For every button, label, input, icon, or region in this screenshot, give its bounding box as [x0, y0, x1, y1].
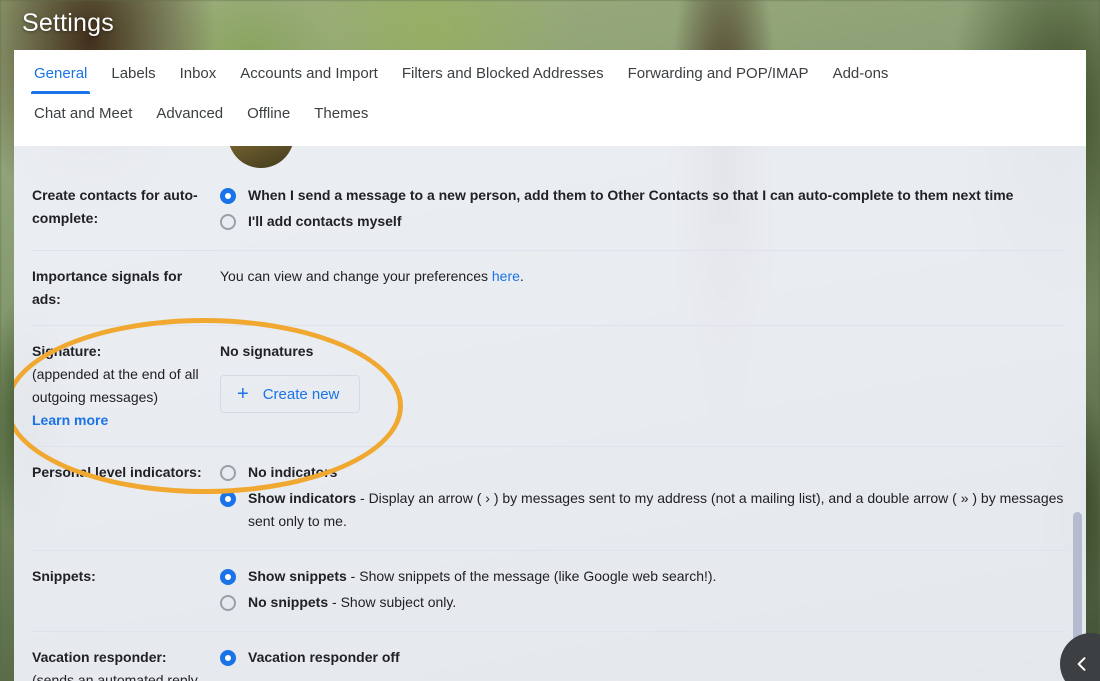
setting-label-vacation-responder: Vacation responder: (sends an automated …	[32, 646, 220, 681]
setting-label-create-contacts: Create contacts for auto-complete:	[32, 187, 198, 226]
setting-signature: Signature: (appended at the end of all o…	[32, 325, 1066, 446]
setting-body-vacation-responder: Vacation responder off	[220, 646, 1066, 672]
radio-add-automatically[interactable]	[220, 188, 236, 204]
tab-accounts-and-import[interactable]: Accounts and Import	[228, 64, 390, 94]
signature-label-main: Signature:	[32, 343, 102, 359]
setting-vacation-responder: Vacation responder: (sends an automated …	[32, 631, 1066, 681]
setting-create-contacts: Create contacts for auto-complete: When …	[32, 146, 1066, 250]
setting-label-signature: Signature: (appended at the end of all o…	[32, 340, 220, 432]
signature-label-sub: (appended at the end of all outgoing mes…	[32, 366, 199, 405]
option-bold-text: Vacation responder off	[248, 649, 400, 665]
option-rest-text: - Show subject only.	[328, 594, 457, 610]
tab-general[interactable]: General	[22, 64, 99, 94]
tab-add-ons[interactable]: Add-ons	[821, 64, 901, 94]
plus-icon: +	[237, 383, 249, 405]
option-vacation-responder-off[interactable]: Vacation responder off	[220, 646, 1066, 669]
tab-forwarding-and-pop-imap[interactable]: Forwarding and POP/IMAP	[616, 64, 821, 94]
tab-filters-and-blocked-addresses[interactable]: Filters and Blocked Addresses	[390, 64, 616, 94]
create-new-label: Create new	[262, 385, 340, 403]
option-add-automatically[interactable]: When I send a message to a new person, a…	[220, 184, 1066, 207]
setting-label-personal-level-indicators: Personal level indicators:	[32, 464, 202, 480]
radio-add-manually[interactable]	[220, 214, 236, 230]
settings-list: Create contacts for auto-complete: When …	[14, 146, 1086, 681]
option-bold-text: No indicators	[248, 464, 338, 480]
option-rest-text: - Show snippets of the message (like Goo…	[346, 568, 717, 584]
settings-tabbar: General Labels Inbox Accounts and Import…	[14, 50, 1086, 146]
setting-body-personal-level-indicators: No indicators Show indicators - Display …	[220, 461, 1066, 536]
tab-advanced[interactable]: Advanced	[144, 104, 235, 134]
radio-no-snippets[interactable]	[220, 595, 236, 611]
setting-importance-signals: Importance signals for ads: You can view…	[32, 250, 1066, 325]
tab-offline[interactable]: Offline	[235, 104, 302, 134]
signature-learn-more-link[interactable]: Learn more	[32, 412, 108, 428]
option-bold-text: Show indicators	[248, 490, 357, 506]
option-show-snippets[interactable]: Show snippets - Show snippets of the mes…	[220, 565, 1066, 588]
option-label-no-indicators: No indicators	[248, 461, 1066, 484]
option-show-indicators[interactable]: Show indicators - Display an arrow ( › )…	[220, 487, 1066, 533]
vacation-label-main: Vacation responder:	[32, 649, 167, 665]
setting-label-importance-signals: Importance signals for ads:	[32, 268, 183, 307]
option-label-add-automatically: When I send a message to a new person, a…	[248, 184, 1066, 207]
option-bold-text: I'll add contacts myself	[248, 213, 402, 229]
setting-body-signature: No signatures + Create new	[220, 340, 1066, 413]
option-no-snippets[interactable]: No snippets - Show subject only.	[220, 591, 1066, 614]
option-add-manually[interactable]: I'll add contacts myself	[220, 210, 1066, 233]
signature-status: No signatures	[220, 343, 314, 359]
importance-signals-here-link[interactable]: here	[492, 268, 520, 284]
option-bold-text: No snippets	[248, 594, 329, 610]
tab-row-primary: General Labels Inbox Accounts and Import…	[14, 50, 1086, 94]
option-bold-text: When I send a message to a new person, a…	[248, 187, 1014, 203]
option-label-add-manually: I'll add contacts myself	[248, 210, 1066, 233]
importance-signals-text: You can view and change your preferences	[220, 268, 492, 284]
setting-body-create-contacts: When I send a message to a new person, a…	[220, 184, 1066, 236]
setting-body-snippets: Show snippets - Show snippets of the mes…	[220, 565, 1066, 617]
radio-vacation-responder-off[interactable]	[220, 650, 236, 666]
option-label-show-snippets: Show snippets - Show snippets of the mes…	[248, 565, 1066, 588]
radio-show-indicators[interactable]	[220, 491, 236, 507]
vacation-label-sub: (sends an automated reply	[32, 672, 198, 681]
tab-themes[interactable]: Themes	[302, 104, 380, 134]
option-rest-text: - Display an arrow ( › ) by messages sen…	[248, 490, 1064, 529]
setting-snippets: Snippets: Show snippets - Show snippets …	[32, 550, 1066, 631]
radio-show-snippets[interactable]	[220, 569, 236, 585]
tab-chat-and-meet[interactable]: Chat and Meet	[22, 104, 144, 134]
option-bold-text: Show snippets	[248, 568, 347, 584]
vertical-scrollbar[interactable]	[1071, 146, 1085, 681]
tab-row-secondary: Chat and Meet Advanced Offline Themes	[14, 94, 1086, 134]
gmail-settings-window: Settings General Labels Inbox Accounts a…	[0, 0, 1100, 681]
create-new-signature-button[interactable]: + Create new	[220, 375, 361, 413]
page-title: Settings	[22, 9, 114, 37]
option-no-indicators[interactable]: No indicators	[220, 461, 1066, 484]
option-label-show-indicators: Show indicators - Display an arrow ( › )…	[248, 487, 1066, 533]
settings-panel: Create contacts for auto-complete: When …	[14, 146, 1086, 681]
option-label-vacation-responder-off: Vacation responder off	[248, 646, 1066, 669]
setting-personal-level-indicators: Personal level indicators: No indicators…	[32, 446, 1066, 550]
tab-inbox[interactable]: Inbox	[168, 64, 229, 94]
setting-body-importance-signals: You can view and change your preferences…	[220, 265, 1066, 288]
option-label-no-snippets: No snippets - Show subject only.	[248, 591, 1066, 614]
radio-no-indicators[interactable]	[220, 465, 236, 481]
setting-label-snippets: Snippets:	[32, 568, 96, 584]
importance-signals-text-after: .	[519, 268, 524, 284]
tab-labels[interactable]: Labels	[99, 64, 167, 94]
